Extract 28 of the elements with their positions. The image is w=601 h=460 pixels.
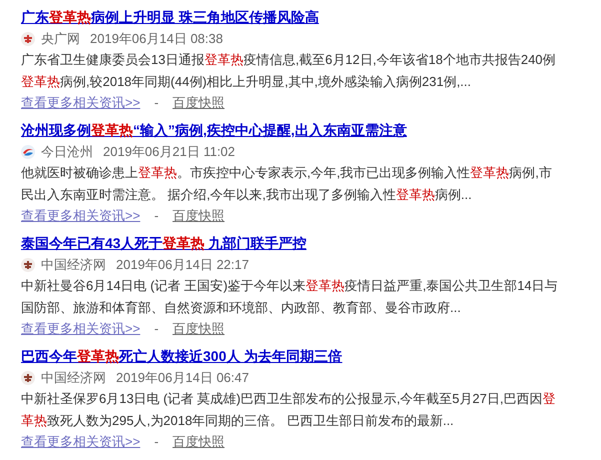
- cached-page-link[interactable]: 百度快照: [172, 432, 225, 452]
- round-logo-icon: [21, 370, 35, 384]
- source-name: 今日沧州: [41, 143, 93, 161]
- cached-page-link[interactable]: 百度快照: [172, 319, 225, 339]
- more-news-link[interactable]: 查看更多相关资讯>>: [21, 432, 140, 452]
- more-news-link[interactable]: 查看更多相关资讯>>: [21, 319, 140, 339]
- separator: -: [154, 433, 159, 451]
- more-news-link[interactable]: 查看更多相关资讯>>: [21, 206, 140, 226]
- source-name: 中国经济网: [41, 256, 106, 274]
- source-name: 中国经济网: [41, 369, 106, 387]
- result-snippet: 他就医时被确诊患上登革热。市疾控中心专家表示,今年,我市已出现多例输入性登革热病例,市民出入东南亚时需注意。 据介绍,今年以来,我市出现了多例输入性登革热病例...: [21, 164, 553, 204]
- result-snippet: 广东省卫生健康委员会13日通报登革热疫情信息,截至6月12日,今年该省18个地市共报告240例 登革热病例,较2018年同期(44例)相比上升明显,其中,境外感染输入病例231例,...: [21, 51, 557, 91]
- source-name: 央广网: [41, 30, 80, 48]
- publish-date: 2019年06月14日 22:17: [116, 256, 249, 274]
- separator: -: [154, 207, 159, 225]
- result-snippet: 中新社曼谷6月14日电 (记者 王国安)鉴于今年以来登革热疫情日益严重,泰国公共卫生部14日与国防部、旅游和体育部、自然资源和环境部、内政部、教育部、曼谷市政府...: [21, 277, 559, 317]
- result-snippet: 中新社圣保罗6月13日电 (记者 莫成雄)巴西卫生部发布的公报显示,今年截至5月27日,巴西因登革热致死人数为295人,为2018年同期的三倍。 巴西卫生部日前发布的最新...: [21, 390, 556, 430]
- separator: -: [154, 94, 159, 112]
- more-news-link[interactable]: 查看更多相关资讯>>: [21, 93, 140, 113]
- cached-page-link[interactable]: 百度快照: [172, 206, 225, 226]
- publish-date: 2019年06月21日 11:02: [103, 143, 236, 161]
- separator: -: [154, 320, 159, 338]
- swirl-logo-icon: [21, 144, 35, 158]
- publish-date: 2019年06月14日 06:47: [116, 369, 249, 387]
- cached-page-link[interactable]: 百度快照: [172, 93, 225, 113]
- round-logo-icon: [21, 32, 35, 46]
- publish-date: 2019年06月14日 08:38: [90, 30, 223, 48]
- round-logo-icon: [21, 258, 35, 272]
